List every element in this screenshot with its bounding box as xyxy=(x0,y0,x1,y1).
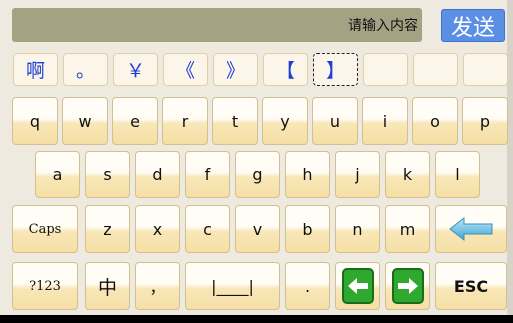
window-edge xyxy=(507,0,513,315)
key-l[interactable]: l xyxy=(435,151,480,198)
candidate-1[interactable]: 啊 xyxy=(13,53,58,86)
input-placeholder: 请输入内容 xyxy=(348,18,418,34)
language-key[interactable]: 中 xyxy=(85,262,130,310)
candidate-8[interactable] xyxy=(363,53,408,86)
send-button[interactable]: 发送 xyxy=(441,9,505,42)
candidate-7[interactable]: 】 xyxy=(313,53,358,86)
symbols-label: ?123 xyxy=(29,278,61,294)
cursor-right-key[interactable] xyxy=(385,262,430,310)
key-a[interactable]: a xyxy=(35,151,80,198)
key-t[interactable]: t xyxy=(212,97,258,145)
key-g[interactable]: g xyxy=(235,151,280,198)
key-q[interactable]: q xyxy=(12,97,58,145)
space-label: |____| xyxy=(211,276,254,296)
arrow-left-icon xyxy=(341,268,374,304)
key-f[interactable]: f xyxy=(185,151,230,198)
candidate-2[interactable]: 。 xyxy=(63,53,108,86)
key-b[interactable]: b xyxy=(285,205,330,253)
period-key[interactable]: . xyxy=(285,262,330,310)
arrow-left-icon xyxy=(449,216,493,242)
space-key[interactable]: |____| xyxy=(185,262,280,310)
key-k[interactable]: k xyxy=(385,151,430,198)
esc-key[interactable]: ESC xyxy=(435,262,507,310)
candidate-10[interactable] xyxy=(463,53,508,86)
key-o[interactable]: o xyxy=(412,97,458,145)
candidate-5[interactable]: 》 xyxy=(213,53,258,86)
key-e[interactable]: e xyxy=(112,97,158,145)
candidate-4[interactable]: 《 xyxy=(163,53,208,86)
key-j[interactable]: j xyxy=(335,151,380,198)
caps-label: Caps xyxy=(28,221,62,237)
key-y[interactable]: y xyxy=(262,97,308,145)
key-p[interactable]: p xyxy=(462,97,508,145)
key-v[interactable]: v xyxy=(235,205,280,253)
candidate-9[interactable] xyxy=(413,53,458,86)
text-input-display[interactable]: 请输入内容 xyxy=(12,8,422,42)
key-w[interactable]: w xyxy=(62,97,108,145)
key-h[interactable]: h xyxy=(285,151,330,198)
comma-key[interactable]: ， xyxy=(135,262,180,310)
key-x[interactable]: x xyxy=(135,205,180,253)
key-m[interactable]: m xyxy=(385,205,430,253)
key-i[interactable]: i xyxy=(362,97,408,145)
key-c[interactable]: c xyxy=(185,205,230,253)
key-r[interactable]: r xyxy=(162,97,208,145)
candidate-6[interactable]: 【 xyxy=(263,53,308,86)
cursor-left-key[interactable] xyxy=(335,262,380,310)
arrow-right-icon xyxy=(391,268,424,304)
key-z[interactable]: z xyxy=(85,205,130,253)
key-d[interactable]: d xyxy=(135,151,180,198)
symbols-key[interactable]: ?123 xyxy=(12,262,78,310)
candidate-3[interactable]: ￥ xyxy=(113,53,158,86)
key-s[interactable]: s xyxy=(85,151,130,198)
backspace-key[interactable] xyxy=(435,205,507,253)
key-n[interactable]: n xyxy=(335,205,380,253)
key-u[interactable]: u xyxy=(312,97,358,145)
caps-key[interactable]: Caps xyxy=(12,205,78,253)
taskbar-strip xyxy=(0,315,513,323)
